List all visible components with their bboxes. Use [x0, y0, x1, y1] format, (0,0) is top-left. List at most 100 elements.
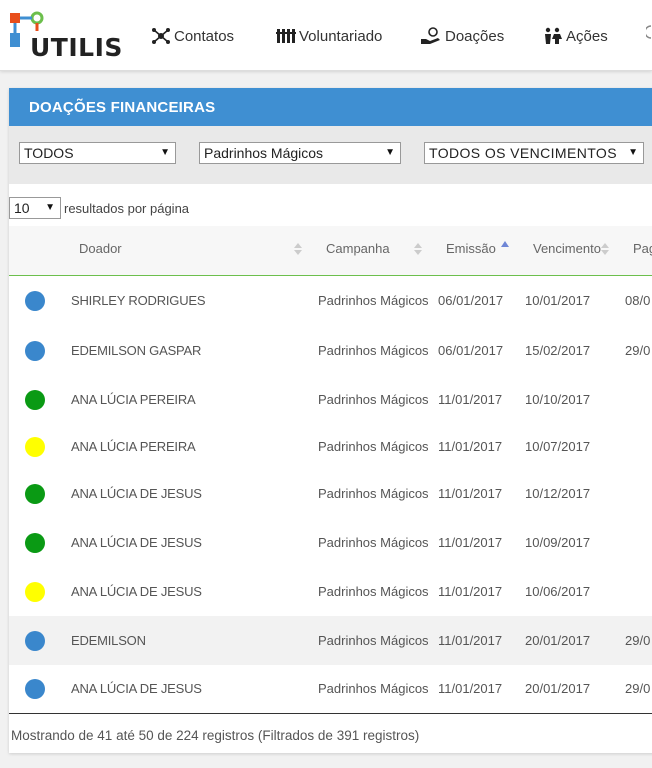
paid-date-cell: 08/0 — [625, 293, 651, 308]
top-navbar: UTILIS Contatos Voluntariado Doações Açõ… — [0, 0, 652, 71]
campaign-cell: Padrinhos Mágicos — [318, 438, 429, 454]
campaign-cell: Padrinhos Mágicos — [318, 391, 429, 407]
table-row[interactable]: SHIRLEY RODRIGUES Padrinhos Mágicos 06/01/… — [9, 276, 652, 327]
sort-icon[interactable] — [294, 242, 302, 256]
donor-cell: ANA LÚCIA DE JESUS — [71, 681, 202, 696]
status-filter-value: TODOS — [24, 145, 74, 161]
contacts-network-icon — [152, 28, 170, 44]
nav-doacoes[interactable]: Doações — [420, 24, 504, 48]
campaign-cell: Padrinhos Mágicos — [318, 681, 429, 696]
table-row[interactable]: ANA LÚCIA DE JESUS Padrinhos Mágicos 11/01… — [9, 469, 652, 519]
page-length-select[interactable]: 10 ▼ — [9, 197, 61, 219]
donation-hand-icon — [421, 27, 440, 44]
table-row[interactable]: ANA LÚCIA DE JESUS Padrinhos Mágicos 11/01… — [9, 665, 652, 714]
campaign-cell: Padrinhos Mágicos — [318, 632, 429, 648]
due-date-cell: 15/02/2017 — [525, 342, 591, 358]
due-filter-value: TODOS OS VENCIMENTOS — [429, 145, 617, 161]
column-issue[interactable]: Emissão — [446, 241, 496, 256]
donor-cell: ANA LÚCIA PEREIRA — [71, 438, 196, 454]
paid-date-cell: 29/0 — [625, 681, 651, 696]
column-campaign[interactable]: Campanha — [326, 241, 390, 256]
nav-voluntariado[interactable]: Voluntariado — [276, 24, 382, 48]
chevron-down-icon: ▼ — [45, 202, 55, 213]
paid-date-cell: 29/0 — [625, 632, 651, 648]
campaign-cell: Padrinhos Mágicos — [318, 534, 429, 550]
table-bottom-border — [9, 713, 652, 714]
overflow-nav-icon[interactable] — [646, 20, 652, 50]
filters-bar: TODOS ▼ Padrinhos Mágicos ▼ TODOS OS VEN… — [9, 126, 652, 184]
donations-panel: DOAÇÕES FINANCEIRAS TODOS ▼ Padrinhos Má… — [9, 88, 652, 753]
campaign-cell: Padrinhos Mágicos — [318, 583, 429, 599]
table-row[interactable]: ANA LÚCIA DE JESUS Padrinhos Mágicos 11/01… — [9, 567, 652, 617]
nav-label: Contatos — [174, 27, 235, 45]
nav-acoes[interactable]: Ações — [543, 24, 608, 48]
nav-label: Voluntariado — [299, 27, 383, 45]
table-info: Mostrando de 41 até 50 de 224 registros … — [11, 728, 420, 743]
utilis-logo[interactable]: UTILIS — [8, 11, 122, 62]
campaign-filter-value: Padrinhos Mágicos — [204, 145, 324, 161]
sort-ascending-icon[interactable] — [501, 240, 509, 254]
donor-cell: ANA LÚCIA DE JESUS — [71, 485, 202, 501]
table-header: Doador Campanha Emissão Vencimento Pag — [9, 226, 652, 278]
status-indicator — [25, 340, 45, 361]
table-row[interactable]: EDEMILSON Padrinhos Mágicos 11/01/2017 20/0… — [9, 616, 652, 666]
issue-date-cell: 11/01/2017 — [438, 485, 503, 501]
due-date-cell: 10/12/2017 — [525, 485, 591, 501]
due-date-cell: 10/07/2017 — [525, 438, 591, 454]
page-length-label: resultados por página — [64, 201, 190, 216]
paid-date-cell: 29/0 — [625, 342, 651, 358]
donor-cell: ANA LÚCIA PEREIRA — [71, 391, 196, 407]
campaign-cell: Padrinhos Mágicos — [318, 342, 429, 358]
issue-date-cell: 11/01/2017 — [438, 438, 503, 454]
sort-icon[interactable] — [601, 242, 609, 256]
due-date-cell: 20/01/2017 — [525, 632, 591, 648]
nav-label: Doações — [445, 27, 505, 45]
chevron-down-icon: ▼ — [160, 147, 170, 158]
status-indicator — [25, 291, 45, 311]
due-date-cell: 10/09/2017 — [525, 534, 591, 550]
actions-people-icon — [545, 27, 562, 44]
due-filter-select[interactable]: TODOS OS VENCIMENTOS ▼ — [424, 142, 644, 164]
due-date-cell: 10/06/2017 — [525, 583, 591, 599]
chevron-down-icon: ▼ — [385, 147, 395, 158]
status-indicator — [25, 679, 45, 699]
issue-date-cell: 06/01/2017 — [438, 342, 504, 358]
donor-cell: ANA LÚCIA DE JESUS — [71, 534, 202, 550]
status-indicator — [25, 532, 45, 553]
campaign-cell: Padrinhos Mágicos — [318, 293, 429, 308]
status-filter-select[interactable]: TODOS ▼ — [19, 142, 176, 164]
campaign-filter-select[interactable]: Padrinhos Mágicos ▼ — [199, 142, 401, 164]
volunteers-icon — [276, 29, 296, 43]
page-length-value: 10 — [14, 200, 30, 216]
chevron-down-icon: ▼ — [628, 147, 638, 158]
issue-date-cell: 11/01/2017 — [438, 681, 503, 696]
issue-date-cell: 11/01/2017 — [438, 583, 503, 599]
panel-title: DOAÇÕES FINANCEIRAS — [29, 99, 216, 116]
column-due[interactable]: Vencimento — [533, 241, 601, 256]
campaign-cell: Padrinhos Mágicos — [318, 485, 429, 501]
table-row[interactable]: ANA LÚCIA PEREIRA Padrinhos Mágicos 11/01/… — [9, 424, 652, 470]
due-date-cell: 20/01/2017 — [525, 681, 591, 696]
status-indicator — [25, 436, 45, 457]
donor-cell: ANA LÚCIA DE JESUS — [71, 583, 202, 599]
issue-date-cell: 11/01/2017 — [438, 391, 503, 407]
nav-contatos[interactable]: Contatos — [151, 24, 234, 48]
due-date-cell: 10/01/2017 — [525, 293, 591, 308]
status-indicator — [25, 630, 45, 651]
panel-header: DOAÇÕES FINANCEIRAS — [9, 88, 652, 126]
status-indicator — [25, 581, 45, 602]
donor-cell: EDEMILSON — [71, 632, 146, 648]
column-paid[interactable]: Pag — [633, 241, 652, 256]
table-row[interactable]: EDEMILSON GASPAR Padrinhos Mágicos 06/01/2… — [9, 326, 652, 376]
table-row[interactable]: ANA LÚCIA PEREIRA Padrinhos Mágicos 11/01/… — [9, 375, 652, 425]
nav-label: Ações — [566, 27, 608, 45]
issue-date-cell: 06/01/2017 — [438, 293, 504, 308]
issue-date-cell: 11/01/2017 — [438, 632, 503, 648]
column-donor[interactable]: Doador — [79, 241, 122, 256]
status-indicator — [25, 389, 45, 410]
table-row[interactable]: ANA LÚCIA DE JESUS Padrinhos Mágicos 11/01… — [9, 518, 652, 568]
issue-date-cell: 11/01/2017 — [438, 534, 503, 550]
status-indicator — [25, 483, 45, 504]
sort-icon[interactable] — [414, 242, 422, 256]
due-date-cell: 10/10/2017 — [525, 391, 591, 407]
